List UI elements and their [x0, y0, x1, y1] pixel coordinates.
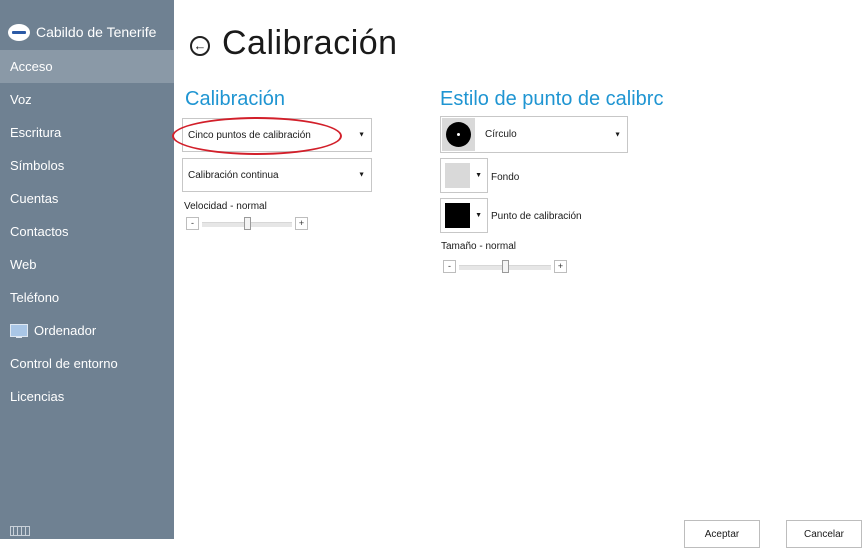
calibration-section-title: Calibración	[185, 88, 286, 110]
calibration-points-dropdown[interactable]: Cinco puntos de calibración ▼	[182, 118, 372, 152]
sidebar-item-licencias[interactable]: Licencias	[0, 380, 174, 413]
sidebar-item-escritura[interactable]: Escritura	[0, 116, 174, 149]
speed-increase-button[interactable]: +	[295, 217, 308, 230]
calibration-mode-dropdown[interactable]: Calibración continua ▼	[182, 158, 372, 192]
circle-shape-icon	[446, 122, 471, 147]
sidebar-item-label: Licencias	[10, 388, 65, 404]
sidebar-item-label: Símbolos	[10, 157, 65, 173]
sidebar-item-contactos[interactable]: Contactos	[0, 215, 174, 248]
size-slider[interactable]: - +	[443, 260, 567, 274]
point-shape-value: Círculo	[485, 129, 517, 140]
sidebar-item-acceso[interactable]: Acceso	[0, 50, 174, 83]
point-color-picker[interactable]: ▼	[440, 198, 488, 233]
sidebar-nav: Acceso Voz Escritura Símbolos Cuentas Co…	[0, 50, 174, 413]
keyboard-icon[interactable]	[10, 526, 30, 536]
sidebar-item-label: Teléfono	[10, 289, 60, 305]
dropdown-caret-icon: ▼	[614, 131, 621, 138]
size-thumb[interactable]	[502, 260, 509, 273]
cancel-button[interactable]: Cancelar	[786, 520, 862, 548]
circle-shape-icon-wrap	[442, 118, 475, 151]
sidebar-item-web[interactable]: Web	[0, 248, 174, 281]
sidebar-item-simbolos[interactable]: Símbolos	[0, 149, 174, 182]
sidebar-item-label: Acceso	[10, 58, 53, 74]
brand-name: Cabildo de Tenerife	[36, 24, 157, 40]
dropdown-caret-icon: ▼	[358, 171, 365, 179]
calibration-mode-value: Calibración continua	[188, 169, 279, 181]
dropdown-caret-icon: ▼	[475, 212, 482, 219]
sidebar-item-label: Escritura	[10, 124, 62, 140]
size-decrease-button[interactable]: -	[443, 260, 456, 273]
size-increase-button[interactable]: +	[554, 260, 567, 273]
background-color-label: Fondo	[491, 172, 520, 183]
sidebar-item-control-de-entorno[interactable]: Control de entorno	[0, 347, 174, 380]
dropdown-caret-icon: ▼	[475, 172, 482, 179]
size-label: Tamaño - normal	[441, 241, 517, 252]
point-shape-dropdown[interactable]: Círculo ▼	[440, 116, 628, 153]
speed-thumb[interactable]	[244, 217, 251, 230]
speed-label: Velocidad - normal	[184, 201, 267, 212]
sidebar-item-label: Cuentas	[10, 190, 59, 206]
brand: Cabildo de Tenerife	[8, 22, 156, 42]
point-color-label: Punto de calibración	[491, 211, 582, 222]
sidebar-item-label: Contactos	[10, 223, 69, 239]
style-section-title: Estilo de punto de calibrc	[440, 88, 664, 110]
sidebar-item-cuentas[interactable]: Cuentas	[0, 182, 174, 215]
background-color-swatch	[445, 163, 470, 188]
computer-icon	[10, 323, 28, 338]
sidebar-item-ordenador[interactable]: Ordenador	[0, 314, 174, 347]
background-color-picker[interactable]: ▼	[440, 158, 488, 193]
brand-logo-icon	[8, 23, 30, 41]
back-arrow-circle-icon[interactable]: ←	[190, 35, 210, 56]
sidebar: Cabildo de Tenerife Acceso Voz Escritura…	[0, 0, 174, 539]
speed-slider[interactable]: - +	[186, 217, 308, 231]
sidebar-item-telefono[interactable]: Teléfono	[0, 281, 174, 314]
page-title: Calibración	[222, 24, 398, 62]
calibration-points-value: Cinco puntos de calibración	[188, 129, 311, 141]
speed-decrease-button[interactable]: -	[186, 217, 199, 230]
page-header: ← Calibración	[190, 24, 398, 63]
sidebar-item-label: Voz	[10, 91, 32, 107]
accept-button[interactable]: Aceptar	[684, 520, 760, 548]
point-color-swatch	[445, 203, 470, 228]
sidebar-item-label: Control de entorno	[10, 355, 118, 371]
sidebar-item-label: Web	[10, 256, 37, 272]
sidebar-item-voz[interactable]: Voz	[0, 83, 174, 116]
sidebar-item-label: Ordenador	[34, 322, 97, 338]
dropdown-caret-icon: ▼	[358, 131, 365, 139]
